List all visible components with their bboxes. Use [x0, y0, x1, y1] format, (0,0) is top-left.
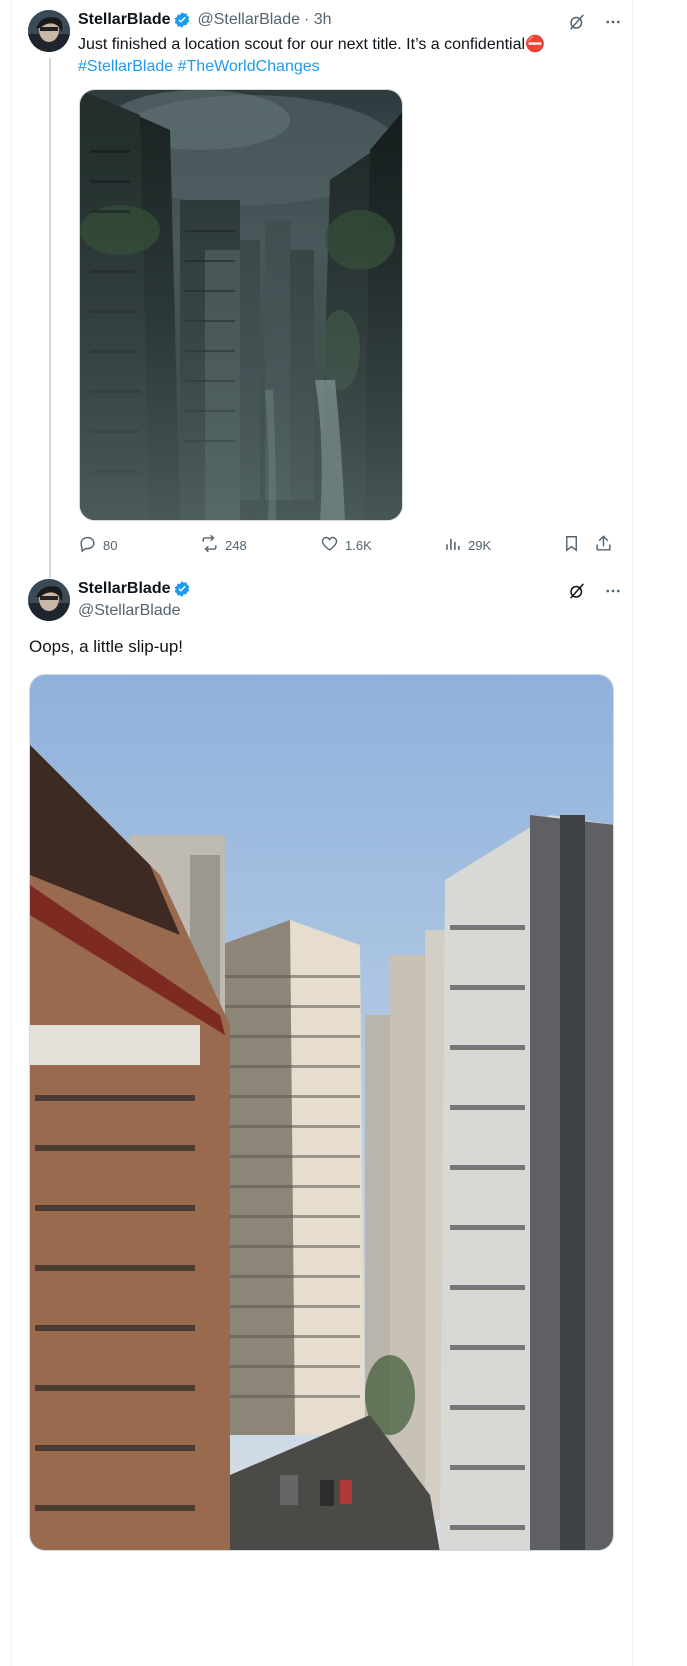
avatar[interactable]	[28, 10, 70, 52]
share-icon	[594, 534, 613, 556]
avatar[interactable]	[28, 579, 70, 621]
timestamp[interactable]: · 3h	[304, 11, 332, 29]
tweet-header: StellarBlade @StellarBlade · 3h	[78, 11, 332, 29]
repost-icon	[200, 534, 219, 556]
hashtag-link[interactable]: #TheWorldChanges	[178, 58, 320, 75]
handle[interactable]: @StellarBlade	[197, 11, 300, 29]
more-icon[interactable]	[602, 11, 624, 33]
display-name[interactable]: StellarBlade	[78, 580, 170, 598]
tweet-action-bar: 80 248 1.6K 29K	[78, 534, 616, 558]
views-count: 29K	[468, 537, 492, 553]
verified-badge-icon	[173, 580, 191, 598]
like-button[interactable]: 1.6K	[320, 534, 372, 556]
repost-count: 248	[225, 537, 247, 553]
reply-button[interactable]: 80	[78, 534, 117, 556]
tweet-body: Just finished a location scout for our n…	[78, 36, 526, 53]
tweet-top-actions	[566, 580, 624, 602]
tweet-top-actions	[566, 11, 624, 33]
thread-connector-line	[49, 58, 51, 578]
bookmark-button[interactable]	[562, 534, 581, 556]
tweet-media-image[interactable]	[79, 89, 403, 521]
more-icon[interactable]	[602, 580, 624, 602]
tweet-text: Oops, a little slip-up!	[29, 637, 184, 656]
like-count: 1.6K	[345, 537, 372, 553]
grok-icon[interactable]	[566, 580, 588, 602]
like-icon	[320, 534, 339, 556]
display-name[interactable]: StellarBlade	[78, 11, 170, 29]
handle[interactable]: @StellarBlade	[78, 602, 181, 620]
tweet-media-image[interactable]	[29, 674, 614, 1551]
views-button[interactable]: 29K	[443, 534, 491, 556]
share-button[interactable]	[594, 534, 613, 556]
verified-badge-icon	[173, 11, 191, 29]
bookmark-icon	[562, 534, 581, 556]
tweet-text: Just finished a location scout for our n…	[78, 34, 608, 78]
reply-count: 80	[103, 537, 118, 553]
hashtag-link[interactable]: #StellarBlade	[78, 58, 173, 75]
views-icon	[443, 534, 462, 556]
no-entry-emoji: ⛔	[525, 36, 545, 53]
grok-icon[interactable]	[566, 11, 588, 33]
repost-button[interactable]: 248	[200, 534, 247, 556]
tweet-header: StellarBlade	[78, 580, 191, 598]
reply-icon	[78, 534, 97, 556]
